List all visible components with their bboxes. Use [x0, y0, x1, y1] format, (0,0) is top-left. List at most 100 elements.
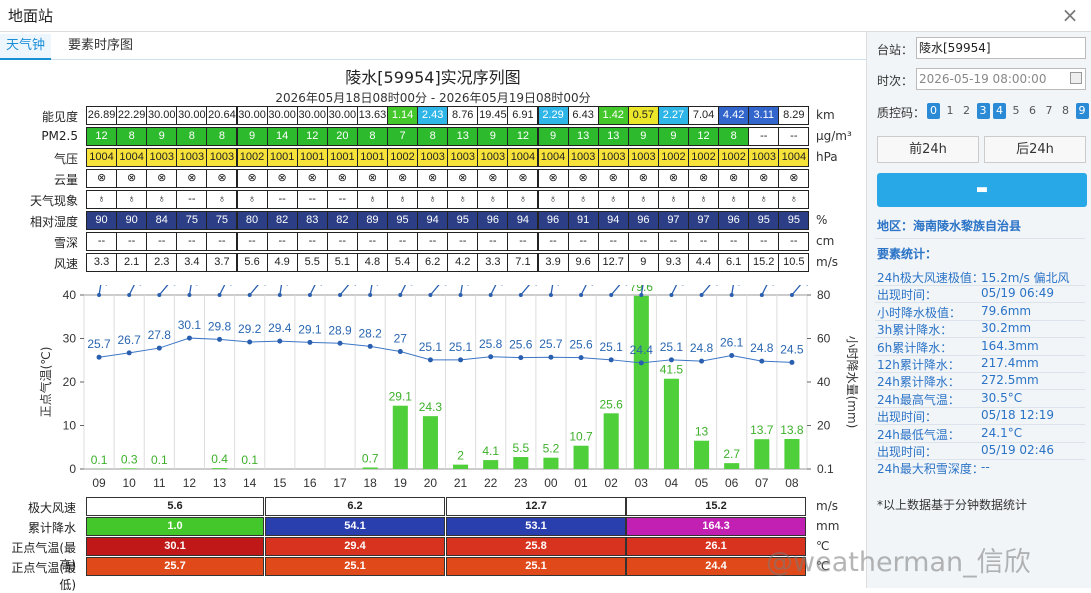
- table-cell: --: [116, 232, 147, 251]
- table-cell: 80: [237, 211, 268, 230]
- table-cell: --: [748, 127, 779, 146]
- table-cell: 9: [237, 127, 268, 146]
- table-cell: 1003: [146, 148, 177, 167]
- row-label: 相对湿度: [0, 213, 78, 230]
- summary-cell: 25.1: [265, 557, 445, 576]
- temp-point: [759, 359, 764, 364]
- stat-key: 6h累计降水：: [877, 339, 952, 356]
- temp-label: 27: [394, 332, 408, 346]
- temp-point: [217, 337, 222, 342]
- table-cell: ⊗: [598, 169, 629, 188]
- table-cell: --: [417, 232, 448, 251]
- right-tick-label: 40: [817, 375, 831, 389]
- table-cell: 1002: [387, 148, 418, 167]
- qc-code-3[interactable]: 3: [977, 103, 990, 119]
- temp-label: 24.4: [630, 343, 654, 357]
- table-cell: 75: [176, 211, 207, 230]
- temp-point: [338, 341, 343, 346]
- wind-barb-base: [127, 293, 131, 297]
- table-cell: ♁: [538, 190, 569, 209]
- query-button[interactable]: ▬: [877, 173, 1087, 207]
- table-cell: ⊗: [417, 169, 448, 188]
- precip-label: 13.8: [780, 423, 804, 437]
- window-title: 地面站: [8, 5, 53, 26]
- temp-label: 25.6: [509, 338, 533, 352]
- tab-weather-clock[interactable]: 天气钟: [0, 34, 51, 60]
- qc-code-9[interactable]: 9: [1076, 103, 1089, 119]
- station-input[interactable]: 陵水[59954]: [916, 37, 1086, 59]
- qc-code-4[interactable]: 4: [993, 103, 1006, 119]
- table-cell: 2.1: [116, 253, 147, 272]
- wind-barb-base: [730, 293, 734, 297]
- table-cell: ♁: [477, 190, 508, 209]
- table-cell: --: [778, 232, 809, 251]
- temp-label: 24.8: [690, 341, 714, 355]
- wind-barb-base: [308, 293, 312, 297]
- wind-barb: [430, 285, 440, 295]
- wind-barb-base: [398, 293, 402, 297]
- table-cell: 20.64: [206, 106, 237, 125]
- time-input[interactable]: 2026-05-19 08:00:00: [916, 68, 1086, 90]
- y-axis-left-label: 正点气温(℃): [38, 347, 53, 418]
- stat-key: 24h累计降水：: [877, 373, 960, 390]
- table-cell: 8.29: [778, 106, 809, 125]
- stat-value: 272.5mm: [981, 373, 1039, 387]
- table-cell: ⊗: [748, 169, 779, 188]
- table-cell: ♁: [206, 190, 237, 209]
- table-cell: ♁: [237, 190, 268, 209]
- table-cell: 83: [297, 211, 328, 230]
- row-unit: km: [816, 108, 835, 122]
- qc-code-0[interactable]: 0: [927, 103, 940, 119]
- close-icon[interactable]: ×: [1057, 2, 1083, 28]
- qc-code-5[interactable]: 5: [1010, 103, 1023, 119]
- x-tick-label: 21: [454, 476, 468, 490]
- precip-bar: [122, 468, 137, 469]
- table-cell: 6.43: [568, 106, 599, 125]
- table-cell: 9.6: [568, 253, 599, 272]
- summary-unit: m/s: [816, 499, 838, 513]
- qc-code-6[interactable]: 6: [1026, 103, 1039, 119]
- temp-label: 25.7: [87, 337, 111, 351]
- stats-note: *以上数据基于分钟数据统计: [877, 496, 1027, 513]
- table-cell: 4.8: [357, 253, 388, 272]
- stat-value: 05/18 12:19: [981, 408, 1054, 422]
- qc-code-7[interactable]: 7: [1043, 103, 1056, 119]
- calendar-icon[interactable]: [1070, 72, 1082, 84]
- x-tick-label: 23: [514, 476, 528, 490]
- qc-code-2[interactable]: 2: [960, 103, 973, 119]
- table-cell: --: [538, 232, 569, 251]
- table-cell: --: [267, 190, 298, 209]
- table-cell: 82: [327, 211, 358, 230]
- table-cell: 96: [477, 211, 508, 230]
- summary-cell: 164.3: [626, 517, 806, 536]
- temp-point: [458, 357, 463, 362]
- temp-point: [488, 354, 493, 359]
- table-cell: 13.63: [357, 106, 388, 125]
- temp-label: 26.7: [118, 333, 142, 347]
- table-cell: 8: [357, 127, 388, 146]
- stat-key: 24h最高气温：: [877, 391, 960, 408]
- temp-point: [157, 346, 162, 351]
- temp-point: [398, 349, 403, 354]
- table-cell: 3.9: [538, 253, 569, 272]
- tab-element-timeseries[interactable]: 要素时序图: [62, 34, 139, 60]
- qc-code-1[interactable]: 1: [944, 103, 957, 119]
- table-cell: 95: [778, 211, 809, 230]
- x-tick-label: 02: [605, 476, 619, 490]
- next-24h-button[interactable]: 后24h: [984, 136, 1086, 163]
- table-cell: --: [327, 232, 358, 251]
- prev-24h-button[interactable]: 前24h: [877, 136, 979, 163]
- stat-value: 05/19 02:46: [981, 443, 1054, 457]
- qc-code-8[interactable]: 8: [1059, 103, 1072, 119]
- table-cell: 3.7: [206, 253, 237, 272]
- row-unit: μg/m³: [816, 129, 852, 143]
- temp-label: 28.2: [359, 326, 383, 340]
- table-cell: 90: [116, 211, 147, 230]
- x-tick-label: 06: [725, 476, 739, 490]
- table-cell: ⊗: [447, 169, 478, 188]
- precip-label: 2.7: [723, 447, 740, 461]
- table-cell: 1001: [267, 148, 298, 167]
- table-cell: 12: [86, 127, 117, 146]
- precip-label: 0.1: [91, 453, 108, 467]
- table-cell: --: [778, 127, 809, 146]
